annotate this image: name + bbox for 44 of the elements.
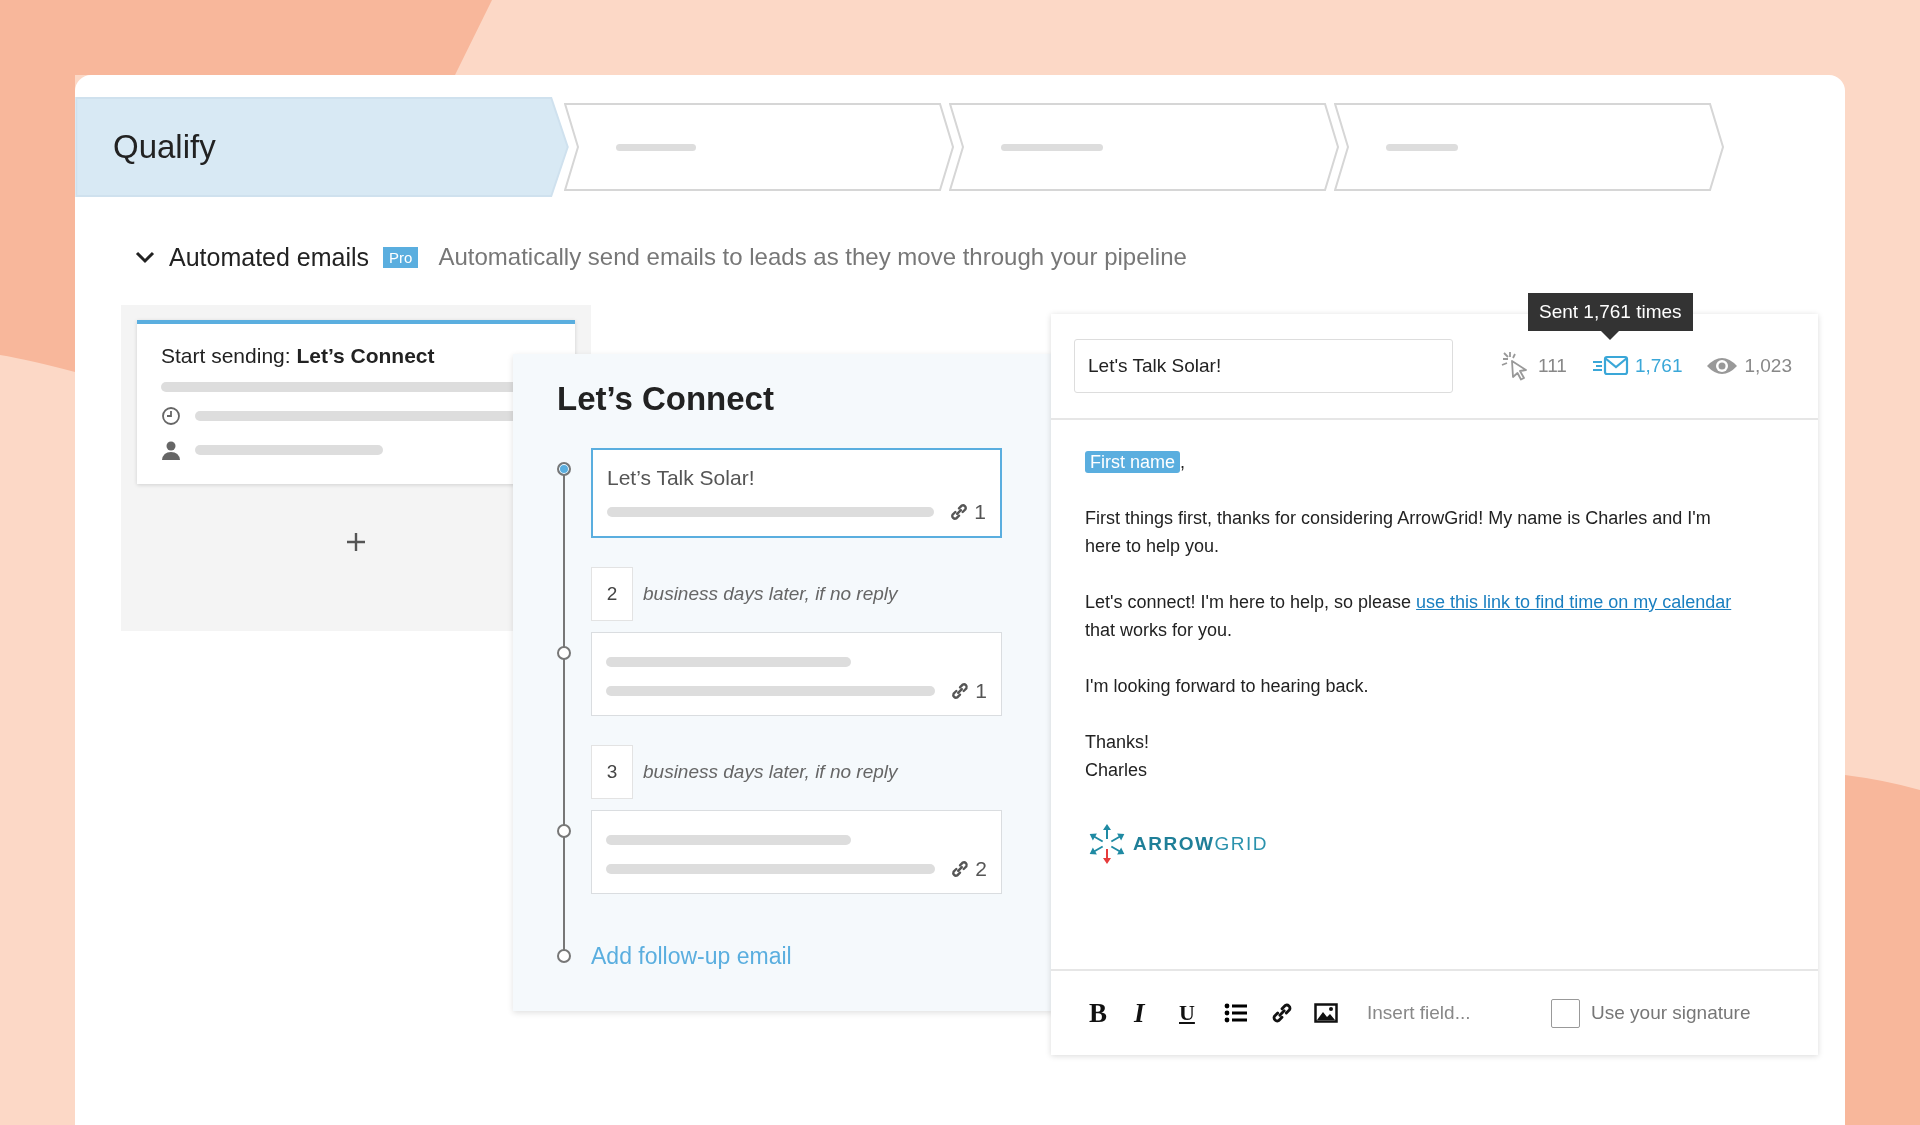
placeholder-bar [1386,143,1458,151]
pro-badge: Pro [383,246,419,268]
underline-button[interactable]: U [1179,1002,1195,1024]
sequence-title: Let’s Connect [557,380,774,418]
person-icon [161,440,181,460]
logo-text: ARROWGRID [1133,832,1268,856]
link-count: 1 [975,679,987,703]
email-paragraph: Let's connect! I'm here to help, so please use this link to find time on my calendar that works for you. [1085,591,1733,642]
italic-button[interactable]: I [1134,999,1145,1027]
chevron-down-icon[interactable] [135,250,155,264]
delay-days-field[interactable]: 3 [591,745,633,799]
email-subject: Let’s Talk Solar! [607,466,756,490]
email-step-card[interactable]: 2 [591,810,1002,894]
subject-input[interactable]: Let's Talk Solar! [1074,339,1453,393]
calendar-link[interactable]: use this link to find time on my calendar [1416,592,1732,612]
timeline-dot [557,949,571,963]
signature-checkbox[interactable] [1551,998,1580,1028]
tooltip: Sent 1,761 times [1528,293,1693,340]
stat-count[interactable]: 1,023 [1706,354,1792,378]
greeting-line: First name , [1085,448,1748,476]
image-icon[interactable] [1314,1003,1338,1023]
delay-label: business days later, if no reply [643,583,898,605]
email-paragraph: I'm looking forward to hearing back. [1085,675,1370,698]
envelope-icon [1590,354,1629,378]
bullet-list-icon[interactable] [1224,1002,1248,1024]
section-title: Automated emails [169,242,370,272]
stat-count[interactable]: 111 [1500,350,1567,382]
signature-label: Use your signature [1591,1002,1751,1024]
email-signoff: Thanks! Charles [1085,731,1151,782]
email-step-card[interactable]: 1 [591,632,1002,716]
link-count: 1 [974,500,986,524]
email-step-card[interactable]: Let’s Talk Solar! 1 [591,448,1002,538]
delay-days-field[interactable]: 2 [591,567,633,621]
delay-label: business days later, if no reply [643,761,898,783]
stage-tab[interactable]: Qualify [75,97,569,197]
link-count: 2 [975,857,987,881]
trigger-title: Start sending: Let’s Connect [161,344,436,368]
bold-button[interactable]: B [1089,999,1107,1027]
plus-icon[interactable] [346,532,366,552]
section-description: Automatically send emails to leads as they move through your pipeline [438,243,1187,271]
email-paragraph: First things first, thanks for considering ArrowGrid! My name is Charles and I'm here to help you. [1085,507,1712,558]
insert-field-input[interactable]: Insert field... [1365,1001,1539,1025]
merge-field-tag: First name [1085,451,1181,473]
clock-icon [161,406,181,426]
